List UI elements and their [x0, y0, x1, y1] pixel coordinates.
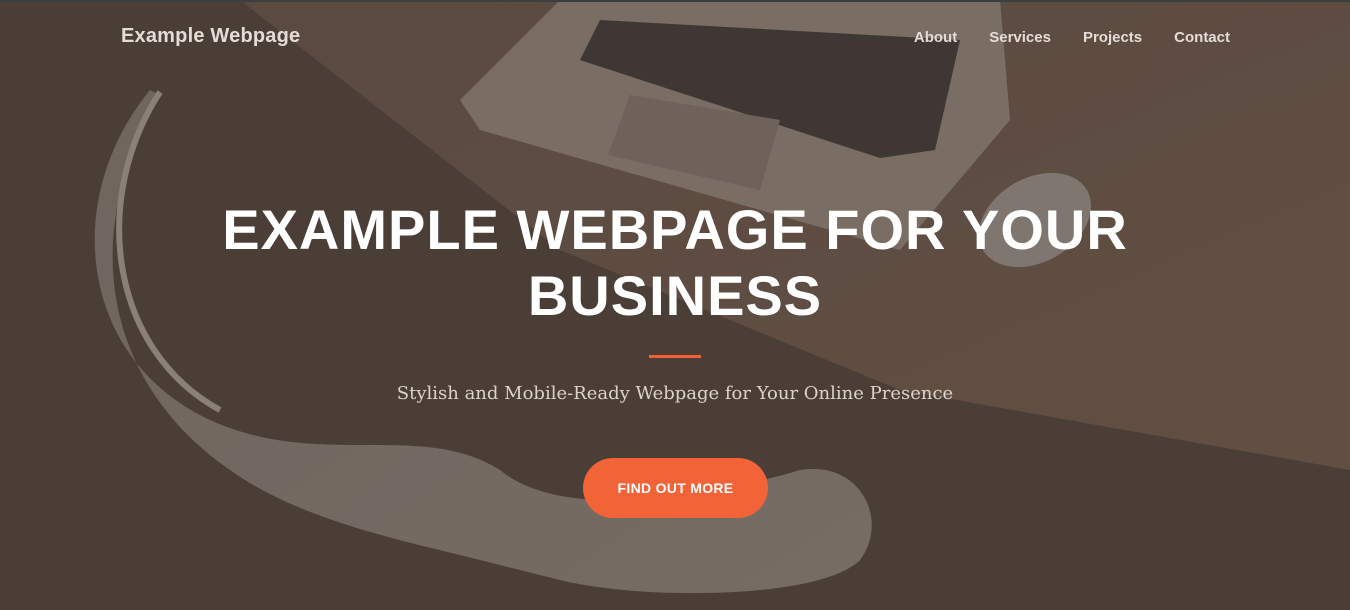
- hero-headline-line-2: BUSINESS: [527, 264, 823, 327]
- headline-divider: [649, 355, 701, 358]
- nav-link-contact[interactable]: Contact: [1174, 29, 1230, 46]
- hero-headline-line-1: EXAMPLE WEBPAGE FOR YOUR: [222, 198, 1128, 261]
- nav-link-about[interactable]: About: [914, 29, 957, 46]
- hero-section: Example Webpage About Services Projects …: [0, 0, 1350, 610]
- brand-link[interactable]: Example Webpage: [121, 25, 300, 48]
- navbar: Example Webpage About Services Projects …: [0, 0, 1350, 76]
- nav-links: About Services Projects Contact: [914, 29, 1230, 46]
- hero-headline: EXAMPLE WEBPAGE FOR YOUR BUSINESS: [0, 197, 1350, 329]
- find-out-more-button[interactable]: FIND OUT MORE: [583, 458, 768, 518]
- nav-link-projects[interactable]: Projects: [1083, 29, 1142, 46]
- hero-subtitle: Stylish and Mobile-Ready Webpage for You…: [396, 383, 954, 404]
- nav-link-services[interactable]: Services: [989, 29, 1051, 46]
